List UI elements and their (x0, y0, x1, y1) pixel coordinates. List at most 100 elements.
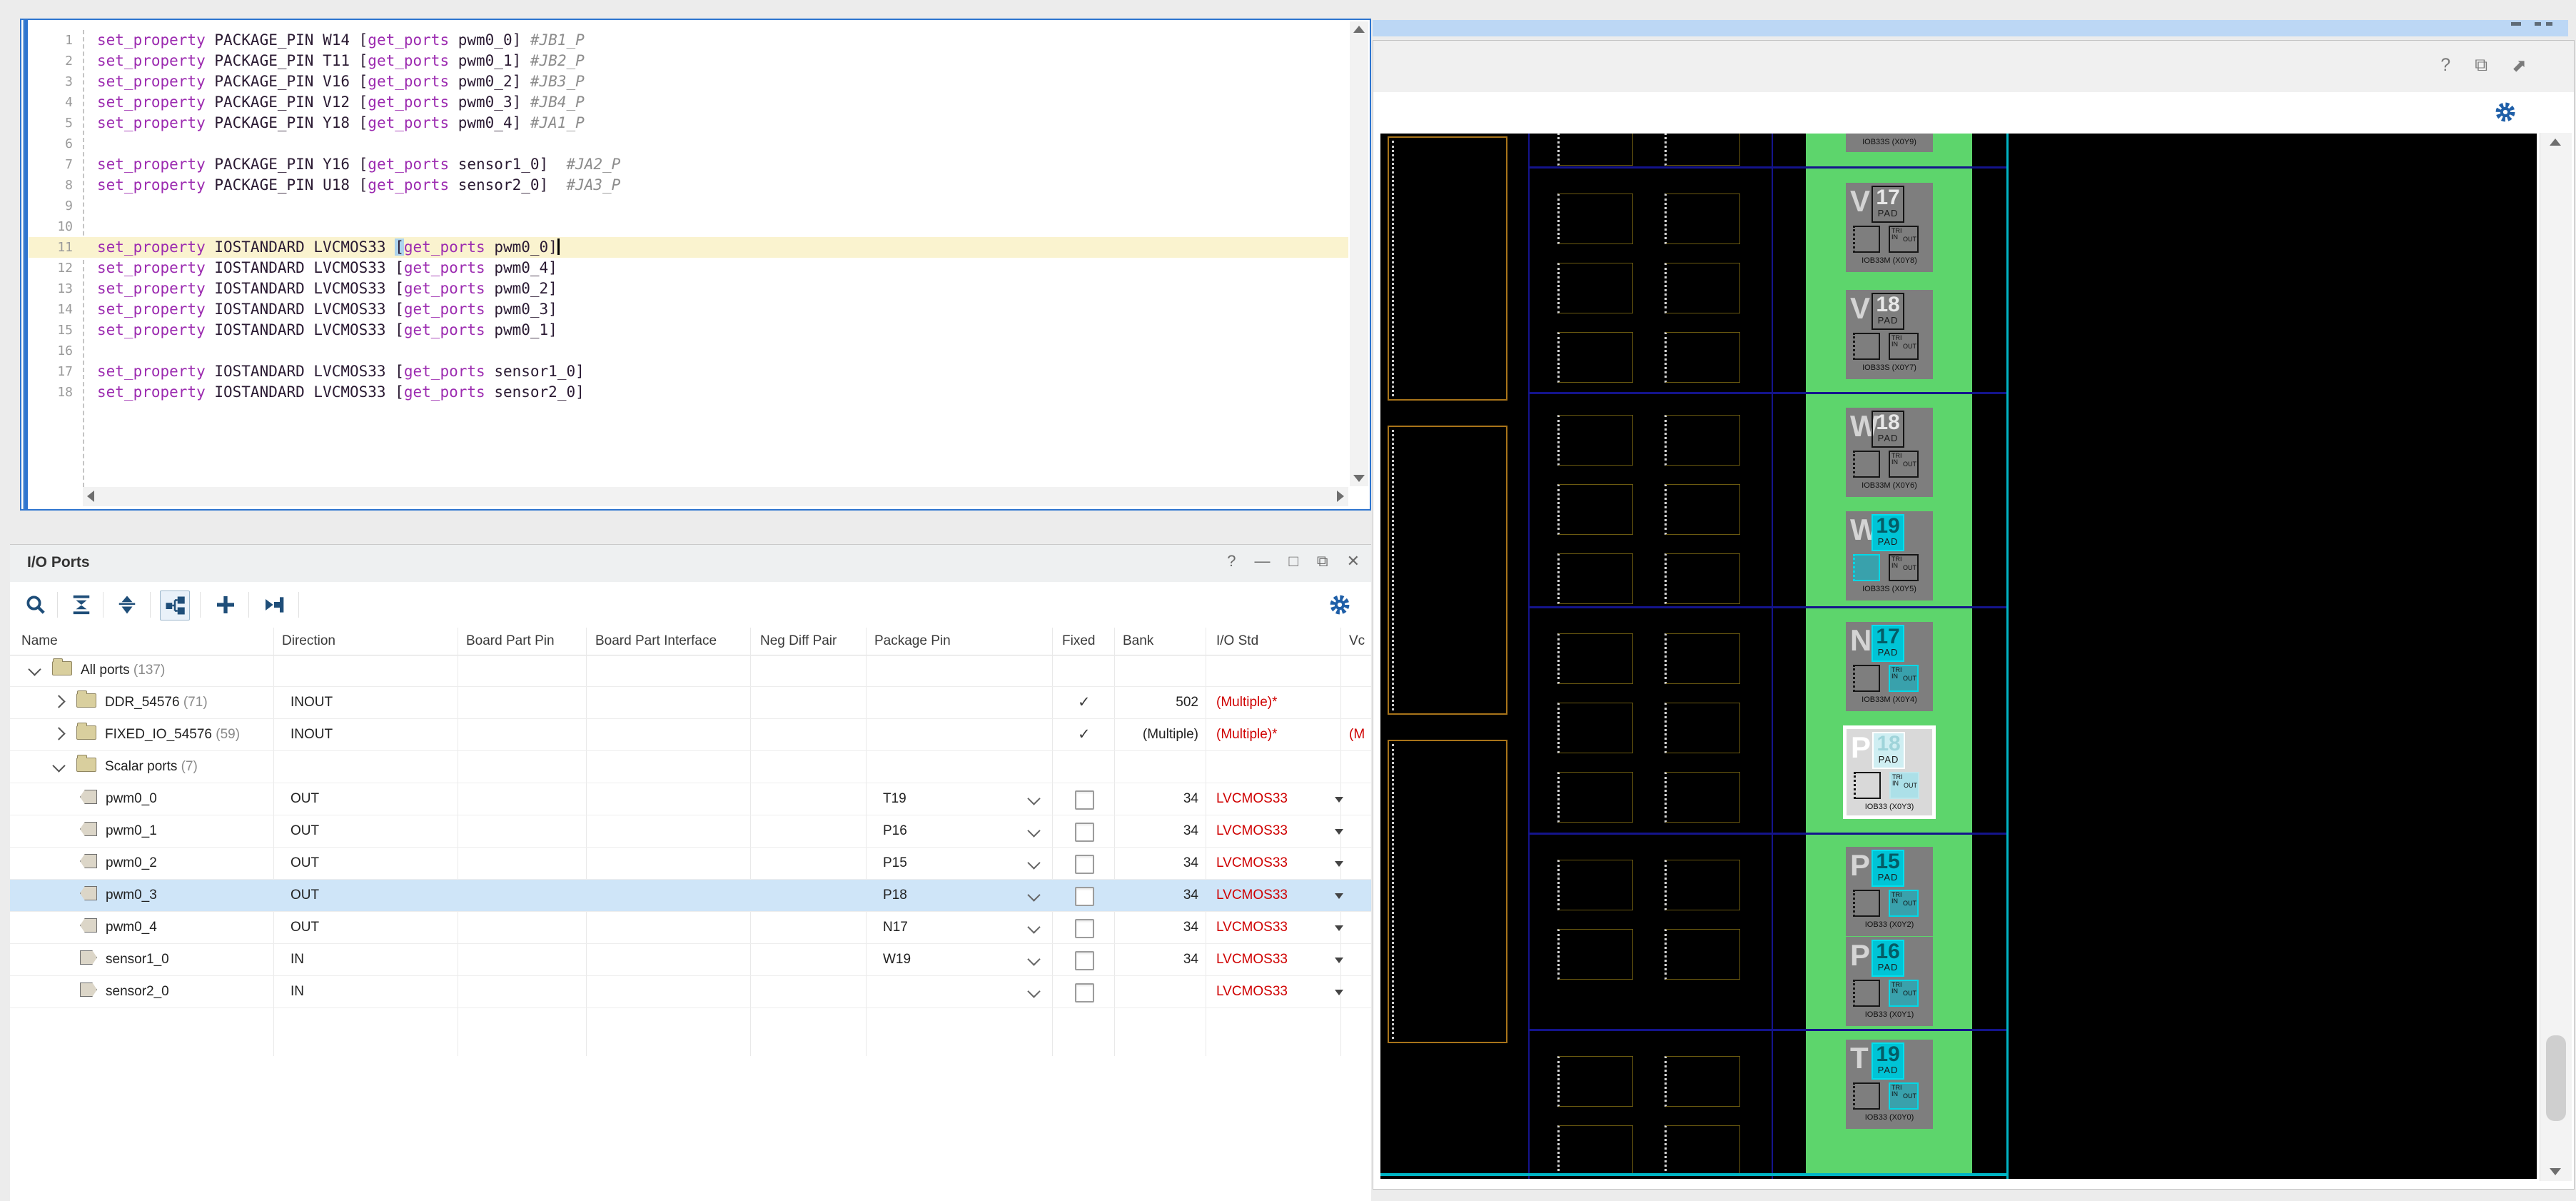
package-view-header[interactable]: ? ⧉ ⬈ (1373, 41, 2574, 93)
code-line[interactable]: 9 (29, 196, 1348, 216)
io-std-dropdown-icon[interactable] (1335, 797, 1343, 803)
io-std-dropdown-icon[interactable] (1335, 990, 1343, 995)
package-pin-tile-N17[interactable]: N 17 PAD TRI IN OUT IOB33M (X0Y4) (1846, 622, 1933, 711)
io-std-dropdown-icon[interactable] (1335, 893, 1343, 899)
fixed-checkbox[interactable] (1075, 983, 1094, 1002)
port-row[interactable]: pwm0_1 OUT P16 34 LVCMOS33 (10, 815, 1371, 848)
collapse-chevron-icon[interactable] (52, 759, 66, 773)
io-std-value[interactable]: (Multiple)* (1216, 687, 1332, 718)
column-header-direction[interactable]: Direction (282, 633, 335, 649)
editor-vertical-scrollbar[interactable] (1350, 21, 1368, 486)
settings-gear-icon[interactable] (2491, 98, 2520, 126)
io-std-dropdown-icon[interactable] (1335, 861, 1343, 867)
scroll-down-icon[interactable] (1353, 475, 1365, 482)
code-line[interactable]: 8 set_property PACKAGE_PIN U18 [get_ports… (29, 175, 1348, 196)
code-line[interactable]: 3 set_property PACKAGE_PIN V16 [get_ports… (29, 71, 1348, 92)
package-pin-tile-V17[interactable]: V 17 PAD TRI IN OUT IOB33M (X0Y8) (1846, 183, 1933, 272)
code-line[interactable]: 17 set_property IOSTANDARD LVCMOS33 [get_… (29, 361, 1348, 382)
package-pin-dropdown-icon[interactable] (1027, 953, 1041, 966)
fixed-checkbox[interactable] (1075, 951, 1094, 970)
package-vertical-scrollbar[interactable] (2540, 133, 2572, 1181)
package-pin-value[interactable]: P15 (883, 848, 907, 879)
code-line[interactable]: 2 set_property PACKAGE_PIN T11 [get_ports… (29, 51, 1348, 71)
column-header-package-pin[interactable]: Package Pin (874, 633, 951, 649)
package-pin-dropdown-icon[interactable] (1027, 792, 1041, 805)
maximize-icon[interactable]: ⬈ (2512, 55, 2527, 76)
collapse-all-icon[interactable] (67, 591, 96, 619)
port-row[interactable]: pwm0_3 OUT P18 34 LVCMOS33 (10, 880, 1371, 912)
settings-gear-icon[interactable] (1325, 591, 1354, 619)
scroll-up-icon[interactable] (2550, 139, 2561, 146)
code-line[interactable]: 13 set_property IOSTANDARD LVCMOS33 [get_… (29, 278, 1348, 299)
code-line[interactable]: 12 set_property IOSTANDARD LVCMOS33 [get_… (29, 258, 1348, 278)
io-std-dropdown-icon[interactable] (1335, 925, 1343, 931)
column-header-board-part-interface[interactable]: Board Part Interface (595, 633, 717, 649)
io-std-value[interactable]: LVCMOS33 (1216, 880, 1332, 911)
expand-all-icon[interactable] (113, 591, 141, 619)
package-pin-value[interactable]: P16 (883, 815, 907, 847)
io-std-value[interactable]: LVCMOS33 (1216, 912, 1332, 943)
port-row[interactable]: sensor2_0 IN LVCMOS33 (10, 976, 1371, 1008)
io-std-value[interactable]: LVCMOS33 (1216, 976, 1332, 1007)
fixed-checkbox[interactable] (1075, 919, 1094, 938)
io-std-value[interactable]: LVCMOS33 (1216, 815, 1332, 847)
port-group-row[interactable]: FIXED_IO_54576 (59) INOUT ✓ (Multiple) (Mult… (10, 719, 1371, 751)
package-pin-dropdown-icon[interactable] (1027, 824, 1041, 838)
package-pin-value[interactable]: N17 (883, 912, 908, 943)
port-row[interactable]: pwm0_4 OUT N17 34 LVCMOS33 (10, 912, 1371, 944)
column-header-fixed[interactable]: Fixed (1062, 633, 1095, 649)
code-line[interactable]: 15 set_property IOSTANDARD LVCMOS33 [get_… (29, 320, 1348, 341)
table-header[interactable]: Name Direction Board Part Pin Board Part In… (10, 628, 1371, 655)
code-line[interactable]: 18 set_property IOSTANDARD LVCMOS33 [get_… (29, 382, 1348, 403)
port-row[interactable]: pwm0_2 OUT P15 34 LVCMOS33 (10, 848, 1371, 880)
xdc-editor[interactable]: 1 set_property PACKAGE_PIN W14 [get_ports… (20, 19, 1371, 511)
port-row[interactable]: sensor1_0 IN W19 34 LVCMOS33 (10, 944, 1371, 976)
io-std-value[interactable]: (Multiple)* (1216, 719, 1332, 750)
package-pin-value[interactable]: W19 (883, 944, 911, 975)
io-ports-titlebar[interactable]: I/O Ports ? — □ ⧉ ✕ (10, 545, 1371, 583)
package-pin-dropdown-icon[interactable] (1027, 985, 1041, 998)
fixed-checkmark-icon[interactable]: ✓ (1078, 719, 1091, 750)
column-header-neg-diff-pair[interactable]: Neg Diff Pair (760, 633, 837, 649)
column-header-i-o-std[interactable]: I/O Std (1216, 633, 1258, 649)
port-row[interactable]: pwm0_0 OUT T19 34 LVCMOS33 (10, 783, 1371, 815)
code-line[interactable]: 11 set_property IOSTANDARD LVCMOS33 [get_… (29, 237, 1348, 258)
package-pin-tile-W19[interactable]: W 19 PAD TRI IN OUT IOB33S (X0Y5) (1846, 511, 1933, 600)
fixed-checkmark-icon[interactable]: ✓ (1078, 687, 1091, 718)
expand-chevron-icon[interactable] (52, 695, 66, 708)
package-pin-value[interactable]: P18 (883, 880, 907, 911)
io-std-dropdown-icon[interactable] (1335, 829, 1343, 835)
scroll-up-icon[interactable] (1353, 26, 1365, 33)
io-std-value[interactable]: LVCMOS33 (1216, 783, 1332, 815)
collapse-chevron-icon[interactable] (28, 663, 41, 676)
scrollbar-thumb[interactable] (2546, 1035, 2566, 1121)
close-icon[interactable]: ✕ (1347, 552, 1360, 571)
package-window-titlebar[interactable] (1373, 20, 2568, 36)
create-interface-icon[interactable] (211, 591, 240, 619)
help-icon[interactable]: ? (2440, 55, 2450, 76)
scroll-left-icon[interactable] (87, 491, 94, 502)
io-std-value[interactable]: LVCMOS33 (1216, 848, 1332, 879)
package-pin-dropdown-icon[interactable] (1027, 888, 1041, 902)
package-pin-tile-W18[interactable]: W 18 PAD TRI IN OUT IOB33M (X0Y6) (1846, 408, 1933, 497)
expand-chevron-icon[interactable] (52, 727, 66, 740)
io-std-value[interactable]: LVCMOS33 (1216, 944, 1332, 975)
code-line[interactable]: 16 (29, 341, 1348, 361)
code-line[interactable]: 10 (29, 216, 1348, 237)
package-pin-value[interactable]: T19 (883, 783, 906, 815)
code-line[interactable]: 6 (29, 134, 1348, 154)
port-group-row[interactable]: All ports (137) (10, 655, 1371, 687)
package-canvas[interactable]: IOB33S (X0Y9) V 17 PAD TRI IN OUT IOB33M (X0Y8)… (1380, 134, 2537, 1179)
place-ports-icon[interactable] (260, 591, 288, 619)
fixed-checkbox[interactable] (1075, 855, 1094, 874)
code-line[interactable]: 7 set_property PACKAGE_PIN Y16 [get_ports… (29, 154, 1348, 175)
io-std-dropdown-icon[interactable] (1335, 958, 1343, 963)
package-pin-tile-P18[interactable]: P 18 PAD TRI IN OUT IOB33 (X0Y3) (1843, 725, 1936, 819)
port-group-row[interactable]: DDR_54576 (71) INOUT ✓ 502 (Multiple)* (10, 687, 1371, 719)
group-by-interface-icon[interactable] (160, 591, 190, 620)
help-icon[interactable]: ? (1227, 552, 1236, 571)
column-header-name[interactable]: Name (21, 633, 58, 649)
package-pin-dropdown-icon[interactable] (1027, 856, 1041, 870)
column-header-board-part-pin[interactable]: Board Part Pin (466, 633, 555, 649)
code-line[interactable]: 14 set_property IOSTANDARD LVCMOS33 [get_… (29, 299, 1348, 320)
